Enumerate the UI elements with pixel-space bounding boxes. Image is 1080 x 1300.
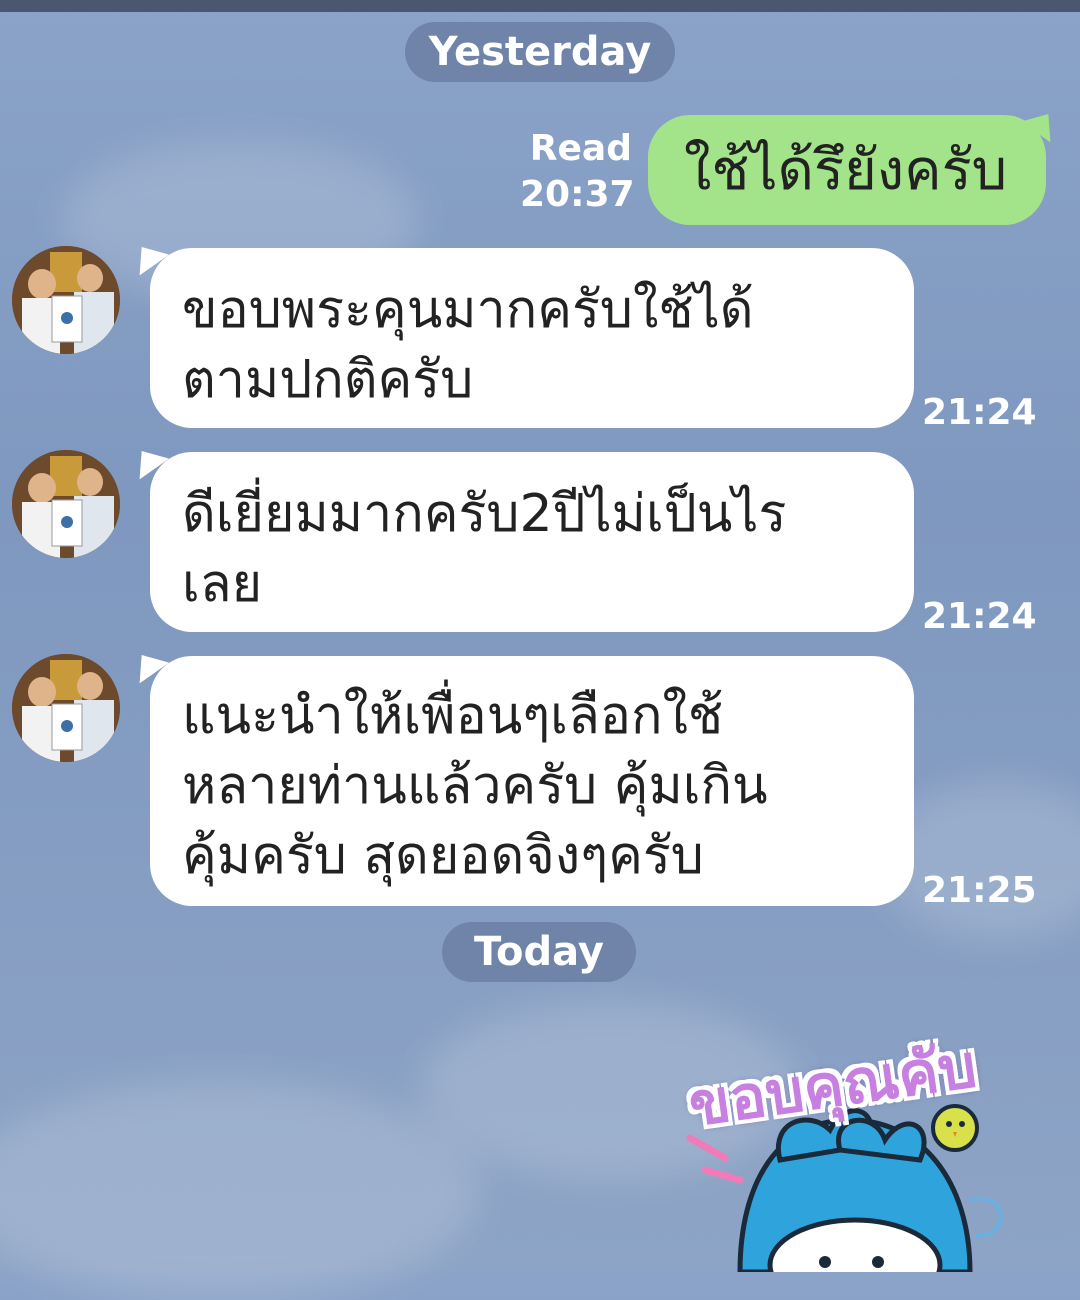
message-text-line: ตามปกติครับ	[182, 350, 474, 410]
message-text-line: เลย	[182, 554, 263, 614]
message-time: 21:24	[922, 596, 1037, 637]
message-text: ใช้ได้รึยังครับ	[684, 138, 1008, 203]
date-separator-today: Today	[442, 922, 636, 982]
incoming-message-bubble[interactable]: ดีเยี่ยมมากครับ2ปีไม่เป็นไร เลย	[150, 452, 914, 632]
incoming-message-bubble[interactable]: แนะนำให้เพื่อนๆเลือกใช้ หลายท่านแล้วครับ…	[150, 656, 914, 906]
incoming-message-bubble[interactable]: ขอบพระคุนมากครับใช้ได้ ตามปกติครับ	[150, 248, 914, 428]
message-text-line: หลายท่านแล้วครับ คุ้มเกิน	[182, 756, 768, 816]
avatar-photo	[12, 654, 120, 762]
background-cloud	[0, 1080, 480, 1300]
message-text-line: คุ้มครับ สุดยอดจิงๆครับ	[182, 826, 704, 886]
message-text-line: ขอบพระคุนมากครับใช้ได้	[182, 280, 754, 340]
read-receipt: Read 20:37	[520, 126, 635, 218]
read-label: Read	[529, 128, 632, 169]
message-time: 20:37	[520, 174, 635, 215]
status-bar	[0, 0, 1080, 12]
sender-avatar[interactable]	[12, 246, 120, 354]
message-time: 21:24	[922, 392, 1037, 433]
avatar-photo	[12, 450, 120, 558]
date-separator-yesterday: Yesterday	[405, 22, 675, 82]
outgoing-message-bubble[interactable]: ใช้ได้รึยังครับ	[648, 115, 1046, 225]
sender-avatar[interactable]	[12, 450, 120, 558]
message-text-line: ดีเยี่ยมมากครับ2ปีไม่เป็นไร	[182, 484, 787, 544]
avatar-photo	[12, 246, 120, 354]
sticker[interactable]: ขอบคุณคับ	[670, 1030, 1080, 1300]
sender-avatar[interactable]	[12, 654, 120, 762]
message-time: 21:25	[922, 870, 1037, 911]
message-text-line: แนะนำให้เพื่อนๆเลือกใช้	[182, 686, 724, 746]
